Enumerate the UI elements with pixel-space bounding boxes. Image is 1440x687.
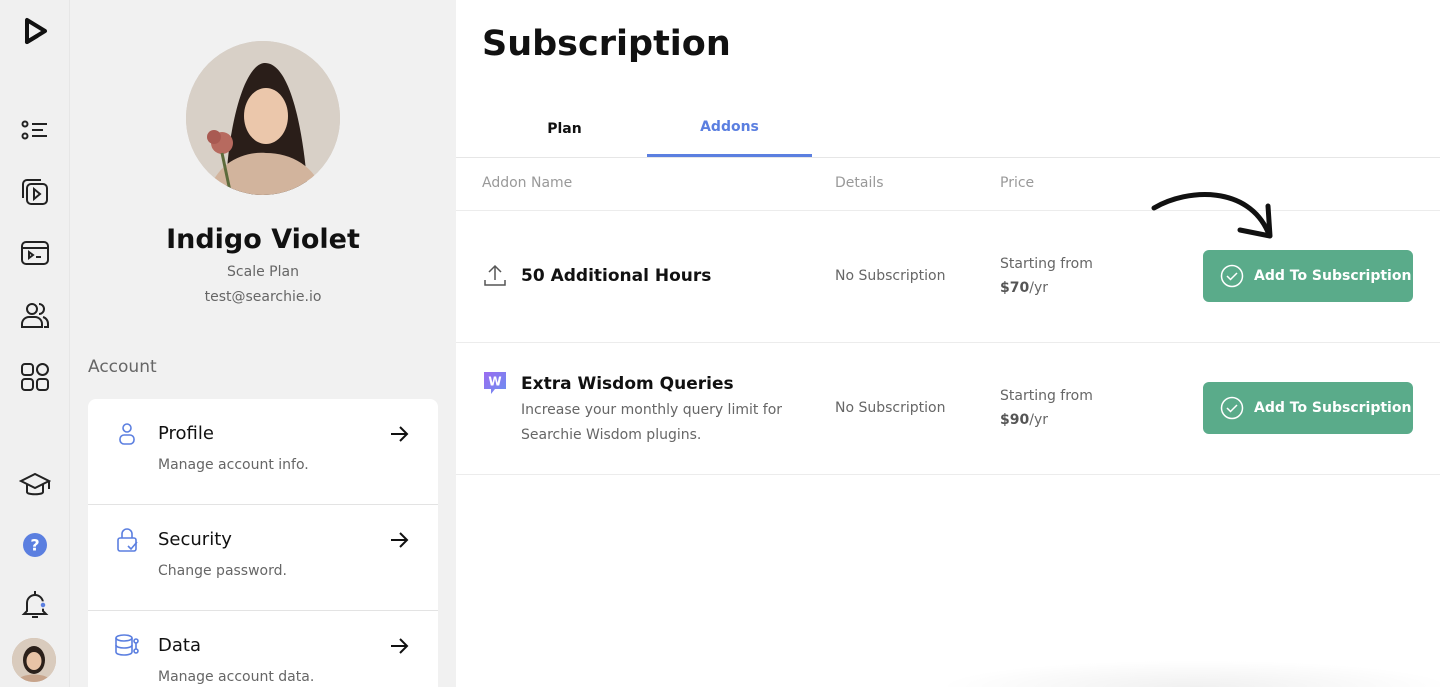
searchie-logo-icon[interactable] [17, 14, 53, 50]
addon-title: Extra Wisdom Queries [521, 374, 734, 394]
svg-text:W: W [488, 375, 501, 389]
subscription-tabs: Plan Addons [456, 100, 1440, 158]
addons-table-header: Addon Name Details Price [456, 158, 1440, 211]
graduation-cap-icon[interactable] [17, 467, 53, 503]
app-root: ? Indigo Violet Scale Plan test@searchie… [0, 0, 1440, 687]
profile-panel: Indigo Violet Scale Plan test@searchie.i… [70, 0, 456, 687]
apps-grid-icon[interactable] [17, 359, 53, 395]
icon-rail: ? [0, 0, 70, 687]
upload-icon [484, 264, 506, 286]
addon-price-amount: $70 [1000, 280, 1030, 296]
tab-plan[interactable]: Plan [482, 100, 647, 157]
account-item-profile[interactable]: Profile Manage account info. [88, 399, 438, 505]
account-item-title: Data [158, 635, 201, 656]
account-item-data[interactable]: Data Manage account data. [88, 611, 438, 687]
subscription-main: Subscription Plan Addons Addon Name Deta… [456, 0, 1440, 687]
page-title: Subscription [482, 24, 731, 64]
column-header-price: Price [1000, 175, 1035, 191]
account-item-subtitle: Change password. [158, 563, 287, 579]
lock-check-icon [117, 528, 138, 552]
addon-description: Increase your monthly query limit for Se… [521, 402, 783, 443]
addon-details: No Subscription [835, 400, 946, 416]
database-icon [115, 634, 139, 656]
notification-bell-icon[interactable] [17, 586, 53, 622]
tab-addons[interactable]: Addons [647, 100, 812, 157]
account-item-title: Security [158, 529, 232, 550]
addon-price: $90/yr [1000, 412, 1048, 428]
add-to-subscription-button[interactable]: Add To Subscription [1203, 250, 1413, 302]
addon-price-period: /yr [1029, 412, 1048, 428]
list-icon[interactable] [17, 112, 53, 148]
users-icon[interactable] [17, 297, 53, 333]
profile-photo [186, 41, 340, 195]
addon-row: W Extra Wisdom Queries Increase your mon… [456, 343, 1440, 475]
addon-price-prefix: Starting from [1000, 256, 1093, 272]
profile-plan: Scale Plan [227, 264, 299, 280]
addon-details: No Subscription [835, 268, 946, 284]
bottom-shadow [936, 660, 1440, 687]
account-item-subtitle: Manage account data. [158, 669, 315, 685]
column-header-details: Details [835, 175, 884, 191]
account-item-title: Profile [158, 423, 214, 444]
arrow-right-icon [391, 532, 409, 548]
addon-title: 50 Additional Hours [521, 266, 712, 286]
addon-price-period: /yr [1029, 280, 1048, 296]
player-icon[interactable] [17, 235, 53, 271]
account-item-subtitle: Manage account info. [158, 457, 309, 473]
add-to-subscription-button[interactable]: Add To Subscription [1203, 382, 1413, 434]
account-item-security[interactable]: Security Change password. [88, 505, 438, 611]
check-circle-icon [1220, 396, 1244, 420]
user-icon [119, 423, 135, 445]
addon-row: 50 Additional Hours No Subscription Star… [456, 211, 1440, 343]
arrow-right-icon [391, 638, 409, 654]
account-section-label: Account [88, 357, 157, 377]
check-circle-icon [1220, 264, 1244, 288]
addon-price-amount: $90 [1000, 412, 1030, 428]
addon-price: $70/yr [1000, 280, 1048, 296]
user-avatar[interactable] [12, 638, 56, 682]
profile-name: Indigo Violet [166, 224, 360, 255]
account-menu: Profile Manage account info. Security Ch… [88, 399, 438, 687]
video-library-icon[interactable] [17, 174, 53, 210]
add-to-subscription-label: Add To Subscription [1254, 400, 1412, 416]
add-to-subscription-label: Add To Subscription [1254, 268, 1412, 284]
arrow-right-icon [391, 426, 409, 442]
column-header-addon-name: Addon Name [482, 175, 573, 191]
profile-email: test@searchie.io [204, 289, 322, 305]
help-icon[interactable]: ? [17, 527, 53, 563]
wisdom-logo-icon: W [484, 372, 506, 394]
annotation-arrow-icon [1151, 192, 1273, 239]
svg-text:?: ? [30, 536, 39, 555]
addon-price-prefix: Starting from [1000, 388, 1093, 404]
